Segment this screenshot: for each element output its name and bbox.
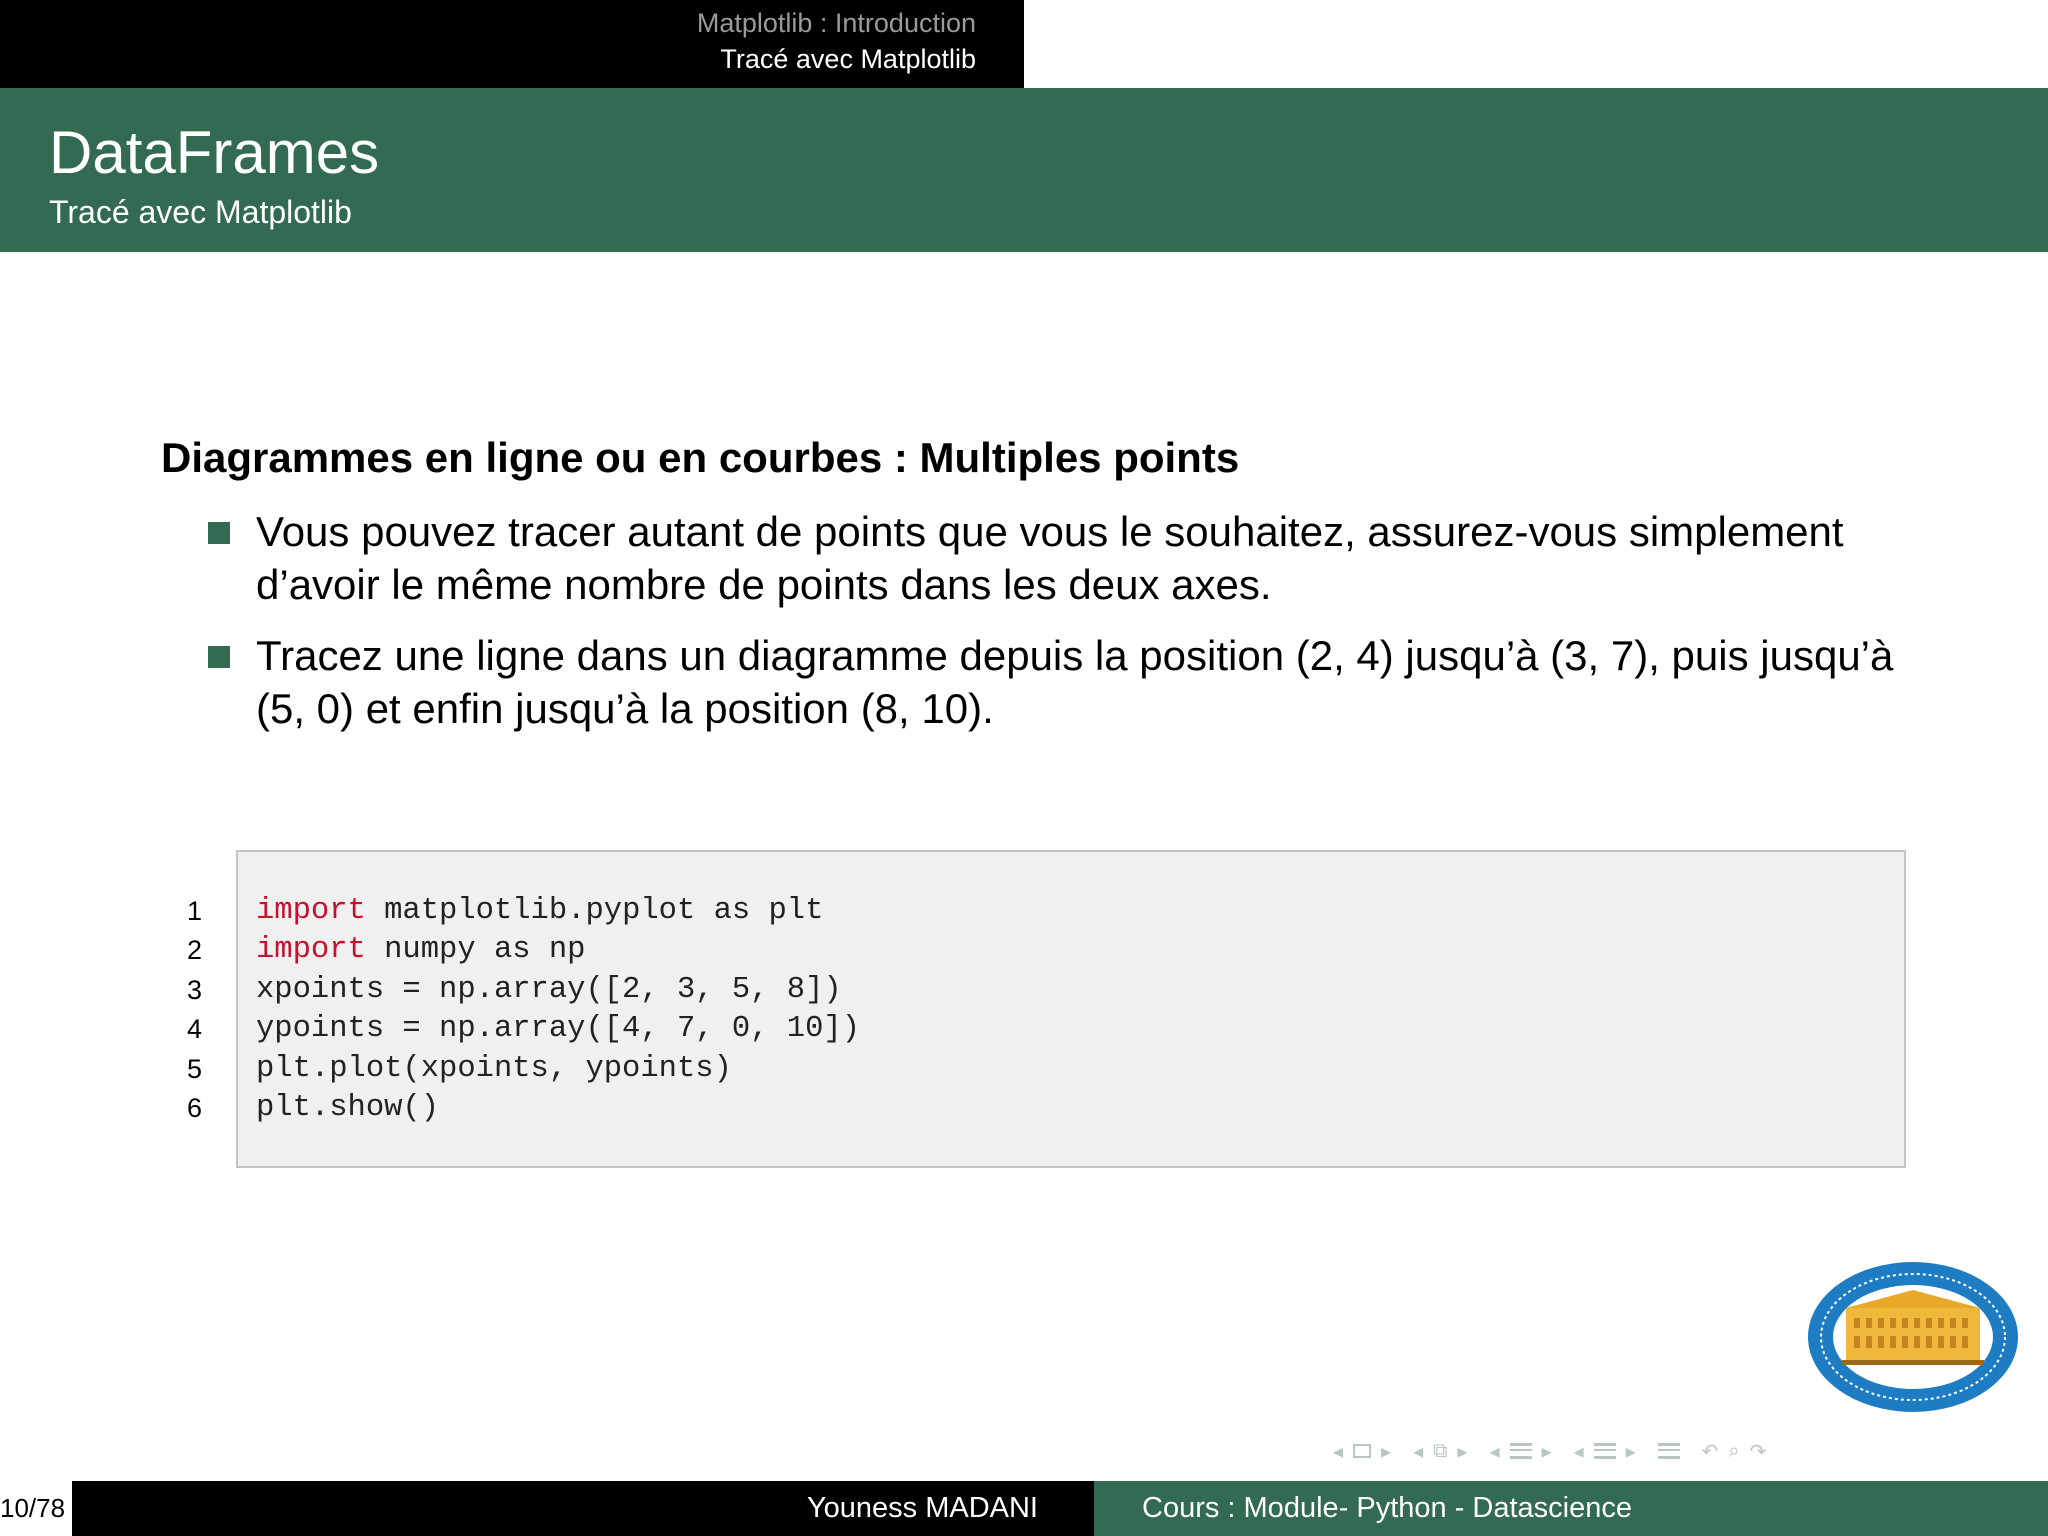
page-number: 10/78 [0, 1481, 72, 1536]
search-nav-group[interactable]: ↶ ⌕ ↷ [1702, 1439, 1767, 1464]
author-box: Youness MADANI [72, 1481, 1094, 1536]
section-icon [1509, 1443, 1532, 1459]
bullet-text: Tracez une ligne dans un diagramme depui… [256, 632, 1894, 732]
code-rest: plt.show() [256, 1090, 440, 1125]
author-name: Youness MADANI [806, 1492, 1038, 1524]
navigation-symbols: ◂ ▸ ◂ ⧉ ▸ ◂ ▸ ◂ ▸ ↶ ⌕ ↷ [1333, 1436, 1788, 1466]
section-navigation-bar: Matplotlib : Introduction Tracé avec Mat… [0, 0, 1024, 88]
arrow-right-icon[interactable]: ▸ [1381, 1439, 1391, 1464]
code-text: ypoints = np.array([4, 7, 0, 10]) [256, 1010, 860, 1049]
line-number: 4 [186, 1014, 202, 1045]
arrow-right-icon[interactable]: ▸ [1542, 1439, 1552, 1464]
subsection-nav-group[interactable]: ◂ ⧉ ▸ [1413, 1439, 1467, 1464]
code-text: import matplotlib.pyplot as plt [256, 892, 823, 931]
appendix-icon[interactable] [1657, 1443, 1680, 1459]
code-keyword: import [256, 894, 366, 928]
arrow-left-icon[interactable]: ◂ [1333, 1439, 1343, 1464]
section-link[interactable]: Matplotlib : Introduction [697, 8, 976, 39]
code-rest: matplotlib.pyplot as plt [365, 894, 824, 928]
frame-nav-group[interactable]: ◂ ▸ [1333, 1439, 1391, 1464]
line-number: 5 [186, 1053, 202, 1084]
footer-bar: 10/78 Youness MADANI Cours : Module- Pyt… [0, 1481, 2048, 1536]
arrow-right-icon[interactable]: ▸ [1457, 1439, 1467, 1464]
code-rest: numpy as np [365, 933, 586, 968]
line-number: 1 [186, 896, 202, 926]
document-nav-group[interactable]: ◂ ▸ [1574, 1439, 1636, 1464]
block-heading: Diagrammes en ligne ou en courbes : Mult… [161, 434, 1240, 481]
bullet-text: Vous pouvez tracer autant de points que … [256, 508, 1844, 608]
search-icon[interactable]: ⌕ [1728, 1440, 1739, 1463]
line-number: 2 [186, 935, 202, 966]
code-text: plt.show() [256, 1089, 439, 1128]
subsection-link[interactable]: Tracé avec Matplotlib [720, 44, 976, 75]
square-bullet-icon [208, 646, 230, 668]
code-text: import numpy as np [256, 931, 585, 970]
code-text: plt.plot(xpoints, ypoints) [256, 1050, 732, 1089]
code-keyword: import [256, 933, 366, 968]
bullet-item: Tracez une ligne dans un diagramme depui… [208, 629, 1908, 735]
code-text: xpoints = np.array([2, 3, 5, 8]) [256, 971, 842, 1010]
frame-title-band: DataFrames Tracé avec Matplotlib [0, 88, 2048, 252]
frame-icon [1353, 1444, 1372, 1458]
arrow-left-icon[interactable]: ◂ [1413, 1439, 1423, 1464]
frame-title: DataFrames [49, 119, 380, 186]
course-title: Cours : Module- Python - Datascience [1142, 1492, 1632, 1524]
square-bullet-icon [208, 522, 230, 544]
line-number: 3 [186, 974, 202, 1005]
subsection-icon: ⧉ [1433, 1439, 1448, 1462]
frame-subtitle: Tracé avec Matplotlib [49, 194, 352, 230]
back-icon[interactable]: ↶ [1702, 1439, 1719, 1464]
code-rest: ypoints = np.array([4, 7, 0, 10]) [256, 1012, 860, 1047]
course-box: Cours : Module- Python - Datascience [1094, 1481, 2048, 1536]
section-nav-group[interactable]: ◂ ▸ [1489, 1439, 1551, 1464]
document-icon [1593, 1443, 1616, 1459]
bullet-item: Vous pouvez tracer autant de points que … [208, 505, 1908, 611]
bullet-list: Vous pouvez tracer autant de points que … [208, 505, 1908, 753]
arrow-left-icon[interactable]: ◂ [1489, 1439, 1499, 1464]
code-rest: plt.plot(xpoints, ypoints) [256, 1051, 732, 1086]
faculty-logo [1808, 1262, 2018, 1412]
forward-icon[interactable]: ↷ [1750, 1439, 1767, 1464]
appendix-nav-group[interactable] [1657, 1443, 1680, 1459]
code-rest: xpoints = np.array([2, 3, 5, 8]) [256, 972, 842, 1007]
arrow-left-icon[interactable]: ◂ [1574, 1439, 1584, 1464]
arrow-right-icon[interactable]: ▸ [1626, 1439, 1636, 1464]
line-number: 6 [186, 1092, 202, 1123]
